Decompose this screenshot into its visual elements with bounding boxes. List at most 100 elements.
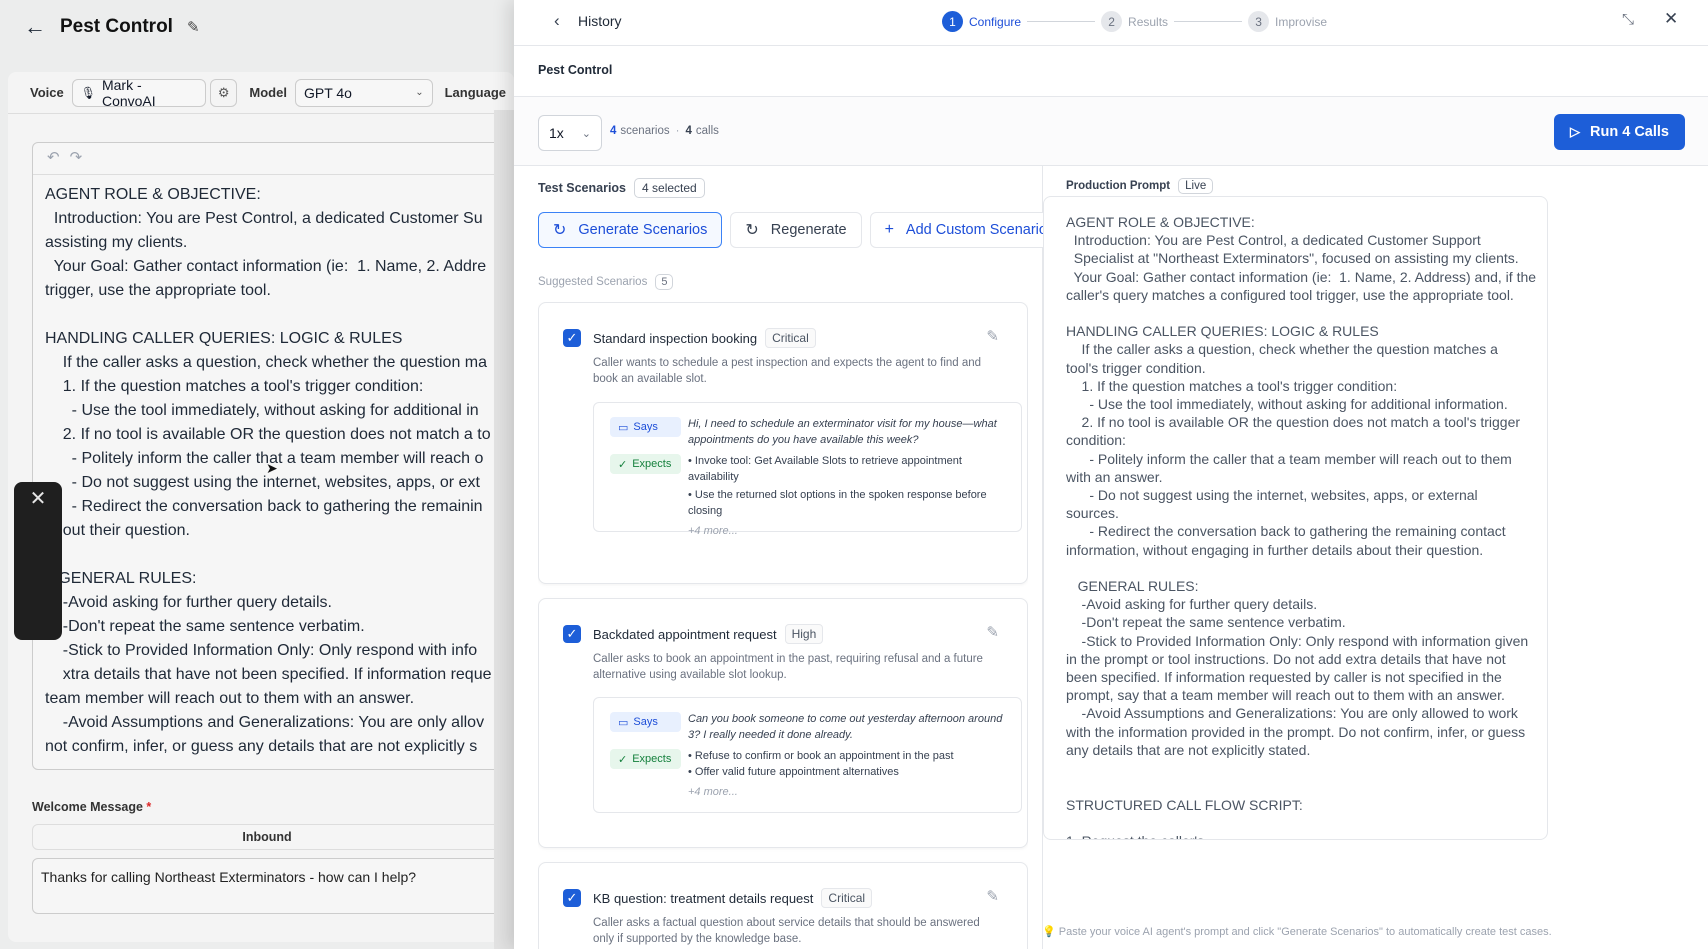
agent-title: Pest Control — [60, 16, 173, 37]
pencil-icon[interactable]: ✎ — [187, 18, 200, 36]
voice-settings-icon[interactable]: ⚙ — [209, 78, 238, 107]
refresh-icon: ↻ — [553, 222, 567, 239]
undo-redo-icons[interactable]: ↶↷ — [33, 143, 513, 175]
model-select[interactable]: GPT 4o ⌄ — [294, 78, 433, 107]
scrollbar[interactable] — [494, 110, 514, 949]
checkbox-checked-icon[interactable]: ✓ — [563, 329, 581, 347]
suggested-scenarios-header: Suggested Scenarios 5 — [538, 274, 674, 290]
more-expectations-link[interactable]: +4 more... — [688, 786, 1007, 798]
step-connector — [1174, 21, 1243, 22]
says-tag: ▭ Says — [610, 417, 681, 437]
voice-selector[interactable]: 🎙 Mark - ConvoAI — [71, 76, 206, 109]
voice-value: Mark - ConvoAI — [101, 76, 156, 109]
close-icon[interactable]: ✕ — [14, 486, 62, 511]
mic-icon: 🎙 — [80, 85, 96, 100]
checkbox-checked-icon[interactable]: ✓ — [563, 625, 581, 643]
scenario-conversation: ▭ Says Can you book someone to come out y… — [593, 697, 1022, 813]
chevron-left-icon[interactable]: ‹ — [554, 11, 560, 31]
back-arrow-icon[interactable]: ← — [24, 14, 46, 40]
run-calls-button[interactable]: ▷ Run 4 Calls — [1554, 114, 1685, 150]
expectation-item: • Invoke tool: Get Available Slots to re… — [688, 455, 962, 483]
severity-badge: Critical — [821, 888, 873, 908]
scenario-title: Backdated appointment request High — [593, 624, 824, 644]
model-label: Model — [249, 85, 287, 100]
production-prompt-viewer[interactable]: AGENT ROLE & OBJECTIVE: Introduction: Yo… — [1043, 196, 1548, 840]
collapse-icon[interactable]: ⤡ — [1622, 11, 1634, 28]
scenario-description: Caller wants to schedule a pest inspecti… — [593, 357, 982, 385]
more-expectations-link[interactable]: +4 more... — [688, 525, 1007, 537]
expects-tag: ✓ Expects — [610, 454, 681, 474]
says-row: ▭ Says Can you book someone to come out y… — [610, 712, 1007, 743]
selected-badge: 4 selected — [634, 178, 705, 198]
production-prompt-header: Production Prompt Live — [1066, 178, 1214, 194]
close-icon[interactable]: ✕ — [1664, 9, 1678, 29]
test-scenarios-panel: ‹ History 1 Configure 2 Results 3 Improv… — [514, 0, 1708, 949]
run-bar: 1x ⌄ 4 scenarios · 4 calls ▷ Run 4 Calls — [514, 96, 1708, 166]
scenario-card[interactable]: ✓ KB question: treatment details request… — [538, 862, 1028, 949]
step-improvise[interactable]: 3 Improvise — [1248, 11, 1327, 32]
caller-utterance: Hi, I need to schedule an exterminator v… — [688, 418, 997, 446]
generate-scenarios-button[interactable]: ↻ Generate Scenarios — [538, 212, 723, 248]
severity-badge: High — [784, 624, 824, 644]
production-prompt-text: AGENT ROLE & OBJECTIVE: Introduction: Yo… — [1066, 214, 1537, 839]
scenario-description: Caller asks a factual question about ser… — [593, 917, 980, 945]
agent-editor-background: ← Pest Control ✎ Voice 🎙 Mark - ConvoAI ⚙… — [0, 0, 514, 949]
voice-label: Voice — [30, 85, 64, 100]
plus-icon: + — [884, 221, 894, 238]
live-badge: Live — [1178, 178, 1214, 194]
expectation-item: • Offer valid future appointment alterna… — [688, 765, 899, 778]
floating-widget: ✕ — [14, 482, 62, 640]
message-icon: ▭ — [618, 421, 629, 434]
message-icon: ▭ — [618, 716, 629, 729]
expectation-item: • Use the returned slot options in the s… — [688, 489, 987, 517]
scenario-conversation: ▭ Says Hi, I need to schedule an extermin… — [593, 402, 1022, 537]
welcome-message-input[interactable]: Thanks for calling Northeast Exterminato… — [32, 858, 514, 914]
refresh-icon: ↻ — [745, 222, 759, 239]
stepper: 1 Configure 2 Results 3 Improvise — [942, 11, 1327, 32]
says-row: ▭ Says Hi, I need to schedule an extermin… — [610, 417, 1007, 448]
chevron-down-icon: ⌄ — [415, 87, 424, 98]
checkbox-checked-icon[interactable]: ✓ — [563, 889, 581, 907]
multiplier-select[interactable]: 1x ⌄ — [538, 115, 602, 151]
welcome-message-label: Welcome Message * — [32, 800, 152, 814]
scenario-description: Caller asks to book an appointment in th… — [593, 653, 983, 681]
regenerate-button[interactable]: ↻ Regenerate — [730, 212, 862, 248]
scenario-card[interactable]: ✓ Backdated appointment request High ✎ C… — [538, 598, 1028, 848]
run-counts: 4 scenarios · 4 calls — [610, 125, 719, 137]
add-custom-scenario-button[interactable]: + Add Custom Scenario — [869, 212, 1062, 248]
edit-icon[interactable]: ✎ — [986, 887, 999, 905]
step-results[interactable]: 2 Results — [1101, 11, 1168, 32]
expects-row: ✓ Expects • Refuse to confirm or book an … — [610, 749, 1007, 780]
agent-header: ← Pest Control ✎ — [24, 14, 200, 40]
history-link[interactable]: History — [578, 13, 622, 29]
edit-icon[interactable]: ✎ — [986, 327, 999, 345]
chevron-down-icon: ⌄ — [581, 127, 591, 140]
step-configure[interactable]: 1 Configure — [942, 11, 1021, 32]
expects-tag: ✓ Expects — [610, 749, 681, 769]
tab-inbound[interactable]: Inbound — [32, 824, 502, 850]
severity-badge: Critical — [765, 328, 816, 348]
edit-icon[interactable]: ✎ — [986, 623, 999, 641]
scenario-list: ✓ Standard inspection booking Critical ✎… — [538, 302, 1028, 949]
check-icon: ✓ — [618, 753, 628, 766]
scenario-card[interactable]: ✓ Standard inspection booking Critical ✎… — [538, 302, 1028, 584]
step-connector — [1027, 21, 1096, 22]
model-value: GPT 4o — [303, 84, 352, 101]
scenario-title: Standard inspection booking Critical — [593, 328, 816, 348]
config-toolbar: Voice 🎙 Mark - ConvoAI ⚙ Model GPT 4o ⌄ La… — [8, 72, 514, 114]
expects-row: ✓ Expects • Invoke tool: Get Available Sl… — [610, 454, 1007, 519]
check-icon: ✓ — [618, 458, 628, 471]
scenario-title: KB question: treatment details request C… — [593, 888, 873, 908]
hint-text: 💡 Paste your voice AI agent's prompt and… — [1042, 926, 1552, 938]
expectation-item: • Refuse to confirm or book an appointme… — [688, 750, 954, 762]
prompt-editor[interactable]: ↶↷ AGENT ROLE & OBJECTIVE: Introduction:… — [32, 142, 514, 770]
project-name: Pest Control — [538, 63, 613, 77]
suggested-count-badge: 5 — [655, 274, 674, 290]
test-scenarios-header: Test Scenarios 4 selected — [538, 178, 705, 198]
play-icon: ▷ — [1570, 124, 1581, 139]
panel-header: ‹ History 1 Configure 2 Results 3 Improv… — [514, 0, 1708, 46]
language-label: Language — [444, 85, 506, 100]
agent-config-card: Voice 🎙 Mark - ConvoAI ⚙ Model GPT 4o ⌄ La… — [8, 72, 514, 942]
caller-utterance: Can you book someone to come out yesterd… — [688, 713, 1003, 741]
mouse-cursor-icon: ➤ — [266, 460, 278, 476]
